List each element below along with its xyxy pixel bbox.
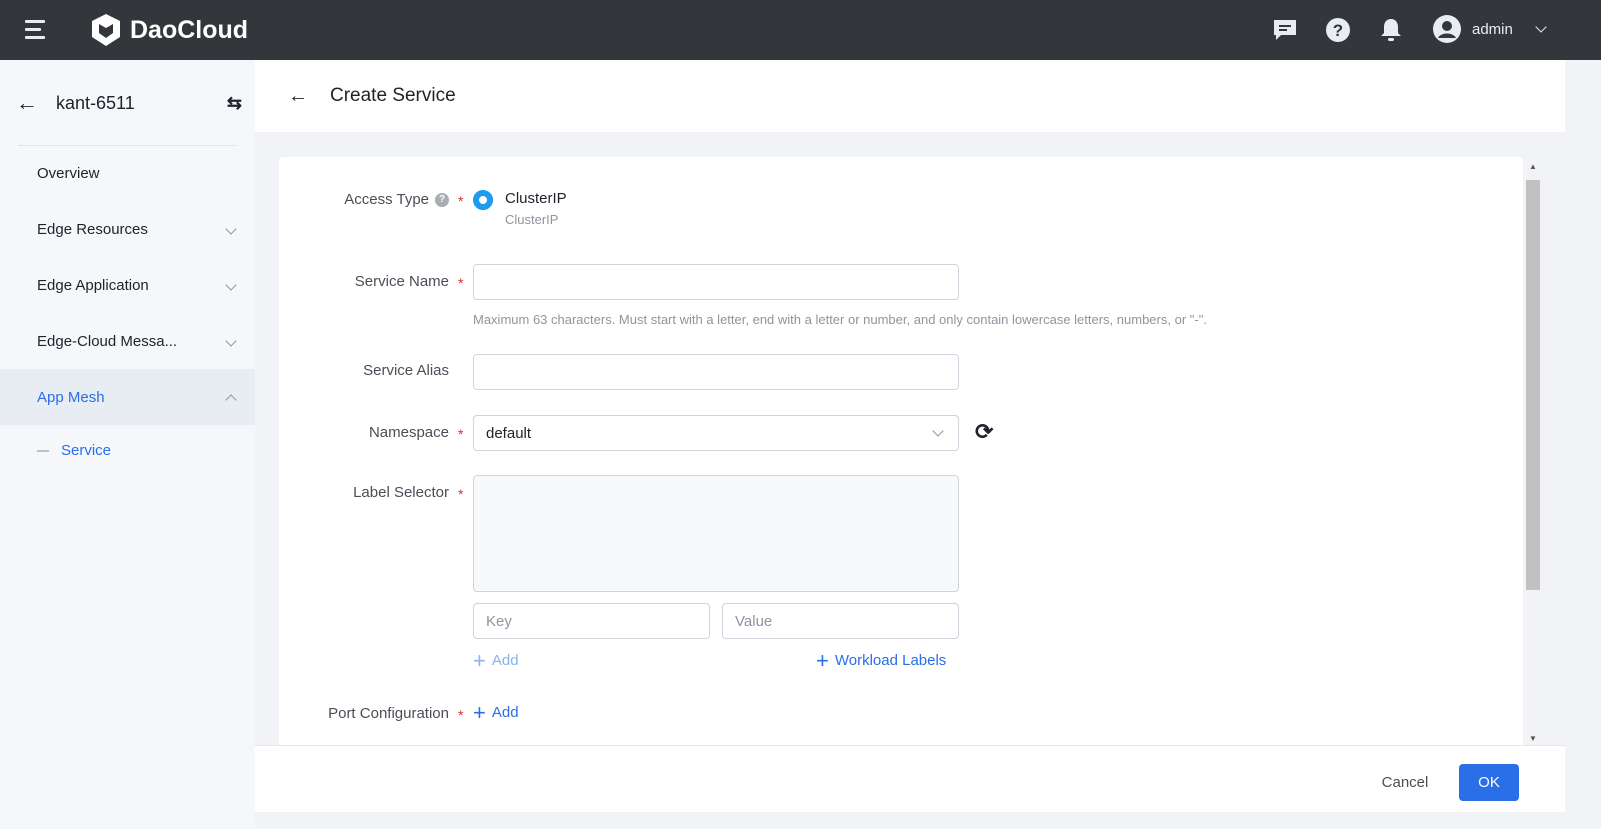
avatar-icon: [1433, 15, 1461, 43]
scrollbar[interactable]: ▲ ▼: [1525, 160, 1541, 750]
service-name-label: Service Name: [354, 273, 449, 290]
logo[interactable]: DaoCloud: [90, 13, 248, 47]
service-alias-input[interactable]: [473, 354, 959, 390]
top-bar: DaoCloud ? admin: [0, 0, 1601, 60]
required-mark: *: [458, 193, 464, 209]
required-mark: *: [458, 486, 464, 502]
label-selector-label: Label Selector: [353, 484, 449, 501]
back-arrow-icon[interactable]: ←: [288, 85, 308, 108]
main-area: ← Create Service Access Type? * ClusterI…: [255, 60, 1601, 829]
sidebar-item-edge-application[interactable]: Edge Application: [0, 257, 255, 313]
back-arrow-icon[interactable]: ←: [16, 90, 56, 116]
chevron-down-icon: [932, 425, 944, 437]
username: admin: [1472, 20, 1513, 38]
access-type-label-text: Access Type: [344, 191, 429, 208]
required-mark: *: [458, 275, 464, 291]
cluster-name: kant-6511: [56, 92, 135, 113]
ok-button[interactable]: OK: [1459, 764, 1519, 801]
page-title: Create Service: [330, 85, 456, 106]
radio-selected-icon: [473, 190, 493, 210]
switch-icon[interactable]: ⇆: [227, 93, 242, 114]
port-configuration-label: Port Configuration: [328, 705, 449, 722]
sidebar-item-label: App Mesh: [37, 388, 105, 406]
daocloud-logo-icon: [92, 14, 120, 46]
add-label-text: Add: [491, 652, 519, 669]
namespace-value: default: [486, 424, 532, 442]
sidebar-item-app-mesh[interactable]: App Mesh: [0, 369, 255, 425]
sidebar-subitem-service[interactable]: Service: [37, 442, 111, 459]
form-card: Access Type? * ClusterIP ClusterIP Servic…: [279, 157, 1523, 757]
plus-icon: +: [473, 647, 486, 673]
refresh-icon[interactable]: ⟳: [975, 419, 993, 445]
chevron-down-icon: [1535, 21, 1547, 33]
add-port-text: Add: [491, 704, 519, 721]
help-icon[interactable]: ?: [435, 192, 449, 207]
service-name-input[interactable]: [473, 264, 959, 300]
sidebar-item-edge-cloud-messaging[interactable]: Edge-Cloud Messa...: [0, 313, 255, 369]
workload-labels-text: Workload Labels: [834, 652, 947, 669]
required-mark: *: [458, 707, 464, 723]
sidebar-item-overview[interactable]: Overview: [0, 145, 255, 201]
service-name-hint: Maximum 63 characters. Must start with a…: [473, 312, 1207, 327]
workload-labels-button[interactable]: + Workload Labels: [816, 647, 947, 673]
user-menu[interactable]: admin: [1432, 14, 1549, 44]
add-port-button[interactable]: + Add: [473, 699, 519, 725]
bell-icon[interactable]: [1378, 17, 1404, 43]
sidebar-item-label: Edge Resources: [37, 220, 148, 238]
chevron-down-icon: [225, 223, 237, 235]
plus-icon: +: [816, 647, 829, 673]
sidebar: ← kant-6511 ⇆ Overview Edge Resources Ed…: [0, 60, 255, 829]
radio-label: ClusterIP: [505, 190, 567, 207]
key-input[interactable]: Key: [473, 603, 710, 639]
required-mark: *: [458, 426, 464, 442]
sidebar-item-label: Edge-Cloud Messa...: [37, 332, 178, 350]
chevron-up-icon: [225, 394, 237, 406]
menu-icon[interactable]: [25, 20, 47, 39]
scroll-down-icon[interactable]: ▼: [1529, 734, 1537, 743]
access-type-label: Access Type?: [344, 191, 449, 208]
form-footer: Cancel OK: [255, 745, 1565, 812]
sidebar-item-edge-resources[interactable]: Edge Resources: [0, 201, 255, 257]
value-input[interactable]: Value: [722, 603, 959, 639]
service-alias-label: Service Alias: [363, 362, 449, 379]
sidebar-subitem-label: Service: [61, 442, 112, 459]
message-icon[interactable]: [1272, 17, 1298, 43]
svg-text:?: ?: [1333, 21, 1343, 40]
dash-icon: [37, 449, 49, 452]
label-selector-list: [473, 475, 959, 592]
radio-clusterip[interactable]: ClusterIP ClusterIP: [473, 190, 567, 227]
namespace-label: Namespace: [368, 424, 449, 441]
sidebar-item-label: Edge Application: [37, 276, 149, 294]
brand-name: DaoCloud: [130, 15, 249, 44]
plus-icon: +: [473, 699, 486, 725]
chevron-down-icon: [225, 335, 237, 347]
namespace-select[interactable]: default: [473, 415, 959, 451]
help-icon[interactable]: ?: [1325, 17, 1351, 43]
scrollbar-thumb[interactable]: [1526, 180, 1540, 590]
radio-description: ClusterIP: [505, 212, 559, 227]
chevron-down-icon: [225, 279, 237, 291]
sidebar-item-label: Overview: [37, 164, 100, 182]
scroll-up-icon[interactable]: ▲: [1529, 162, 1537, 171]
add-label-button[interactable]: + Add: [473, 647, 519, 673]
cancel-button[interactable]: Cancel: [1365, 764, 1445, 801]
